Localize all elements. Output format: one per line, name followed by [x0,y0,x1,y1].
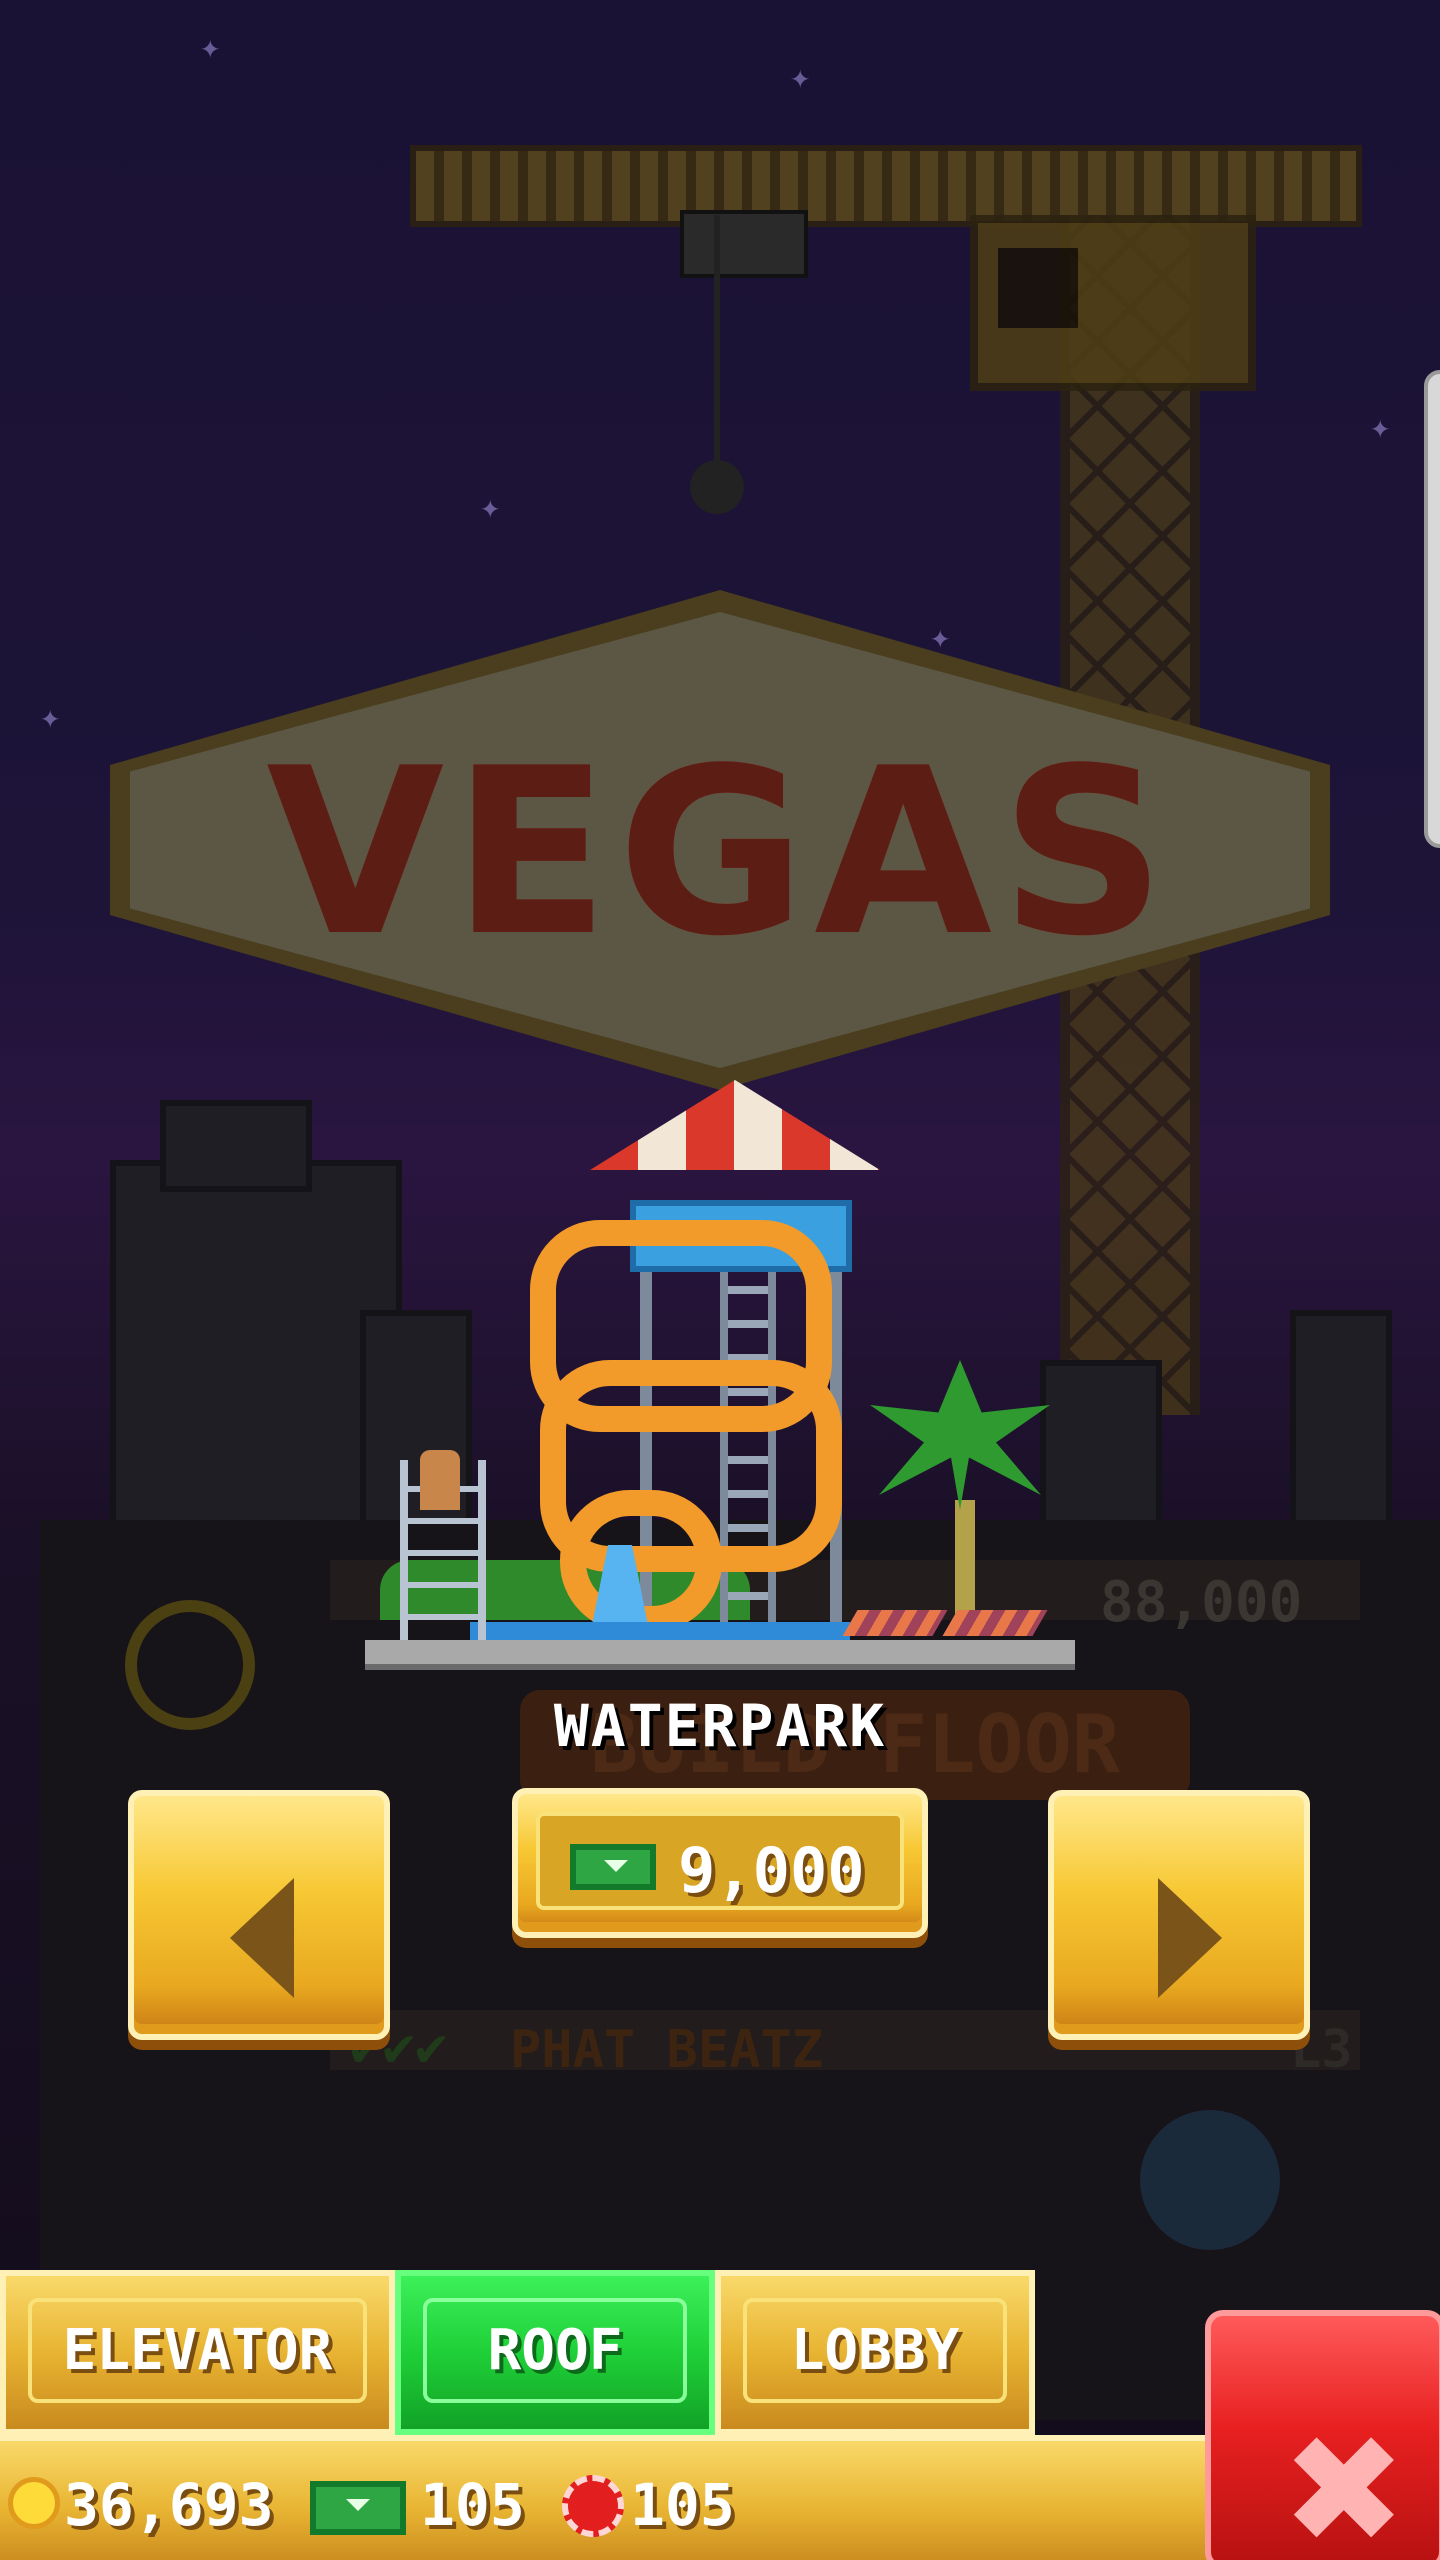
buy-roof-button[interactable]: 9,000 [512,1788,928,1938]
tab-roof[interactable]: ROOF [395,2270,715,2435]
chips-count: 105 [630,2471,735,2539]
coins-count: 36,693 [64,2471,274,2539]
star-icon: ✦ [200,27,221,67]
tab-lobby[interactable]: LOBBY [715,2270,1035,2435]
tower-bux-icon [570,1844,656,1890]
dimmed-floor-name: PHAT BEATZ [510,2020,824,2080]
crane-trolley [680,210,808,278]
casino-chip-icon [562,2475,624,2537]
umbrella-icon [590,1080,880,1170]
previous-button[interactable] [128,1790,390,2040]
background-building [1290,1310,1392,1552]
palm-tree-icon [870,1360,1050,1510]
crane-cable [714,215,720,485]
disco-ball-icon [1140,2110,1280,2250]
price-label: 9,000 [678,1834,865,1907]
star-icon: ✦ [790,57,811,97]
vegas-sign-text: VEGAS [266,720,1174,987]
background-building [160,1100,312,1192]
lifeguard-avatar [420,1450,460,1510]
crane-hook-icon [690,460,744,514]
bux-count: 105 [420,2471,525,2539]
star-icon: ✦ [40,697,61,737]
triangle-left-icon [230,1878,294,1998]
pool-water [470,1622,850,1640]
edge-panel-handle[interactable] [1424,370,1440,848]
tower-bux-icon [310,2481,406,2535]
tab-elevator[interactable]: ELEVATOR [0,2270,395,2435]
close-button[interactable]: ✖ [1205,2310,1440,2560]
sun-lounger [842,1610,948,1636]
next-button[interactable] [1048,1790,1310,2040]
status-bar: 36,693 105 105 [0,2435,1210,2560]
background-building [110,1160,402,1552]
tab-label: LOBBY [743,2298,1007,2403]
star-icon: ✦ [480,487,501,527]
star-icon: ✦ [930,617,951,657]
crane-cab [970,215,1256,391]
roof-title: WATERPARK [553,1692,887,1760]
coin-icon [8,2477,60,2529]
roof-base [365,1640,1075,1670]
game-screen: ✦ ✦ ✦ ✦ ✦ ✦ VEGAS 88,000 BUILD FLOOR ✔✔✔… [0,0,1440,2560]
tab-label: ROOF [423,2298,687,2403]
dimmed-price: 88,000 [1100,1570,1303,1635]
star-icon: ✦ [1370,407,1391,447]
triangle-right-icon [1158,1878,1222,1998]
tab-label: ELEVATOR [28,2298,367,2403]
sun-lounger [942,1610,1048,1636]
close-x-icon: ✖ [1281,2404,1407,2560]
